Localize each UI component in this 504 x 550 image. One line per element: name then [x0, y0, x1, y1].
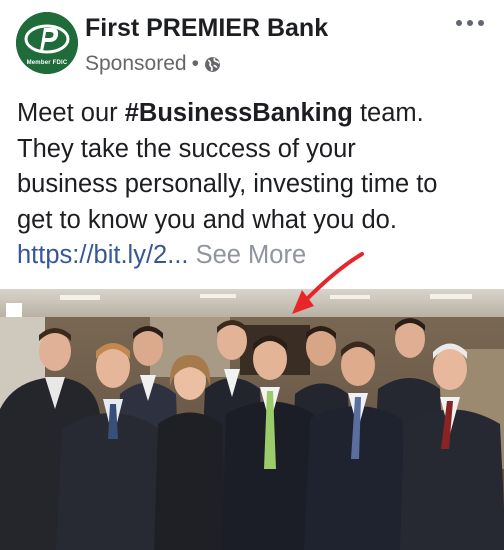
post-text-line-3: business personally, investing time to [17, 170, 438, 198]
text-line1-prefix: Meet our [17, 99, 125, 127]
text-line1-suffix: team. [352, 99, 424, 127]
post-text-line-2: They take the success of your [17, 134, 356, 163]
avatar-fdic-text: Member FDIC [26, 60, 68, 66]
post-text-line-1: Meet our #BusinessBanking team. [17, 96, 491, 132]
post-text: Meet our #BusinessBanking team. They tak… [17, 96, 491, 274]
team-photo-image [0, 289, 504, 550]
post-meta: Sponsored • [85, 52, 221, 76]
globe-icon [205, 57, 220, 72]
hashtag[interactable]: #BusinessBanking [125, 99, 353, 127]
sponsored-label[interactable]: Sponsored [85, 52, 187, 76]
more-options-icon[interactable] [456, 18, 484, 28]
post-header: Member FDIC First PREMIER Bank Sponsored… [0, 0, 504, 92]
post-photo[interactable] [0, 289, 504, 550]
meta-separator: • [191, 52, 199, 75]
page-avatar[interactable]: Member FDIC [16, 12, 78, 74]
post-text-line-5: https://bit.ly/2... See More [17, 238, 491, 274]
post-text-line-4: get to know you and what you do. [17, 205, 397, 234]
page-name[interactable]: First PREMIER Bank [85, 14, 328, 43]
red-arrow-annotation [292, 252, 364, 314]
post-link[interactable]: https://bit.ly/2... [17, 241, 189, 269]
